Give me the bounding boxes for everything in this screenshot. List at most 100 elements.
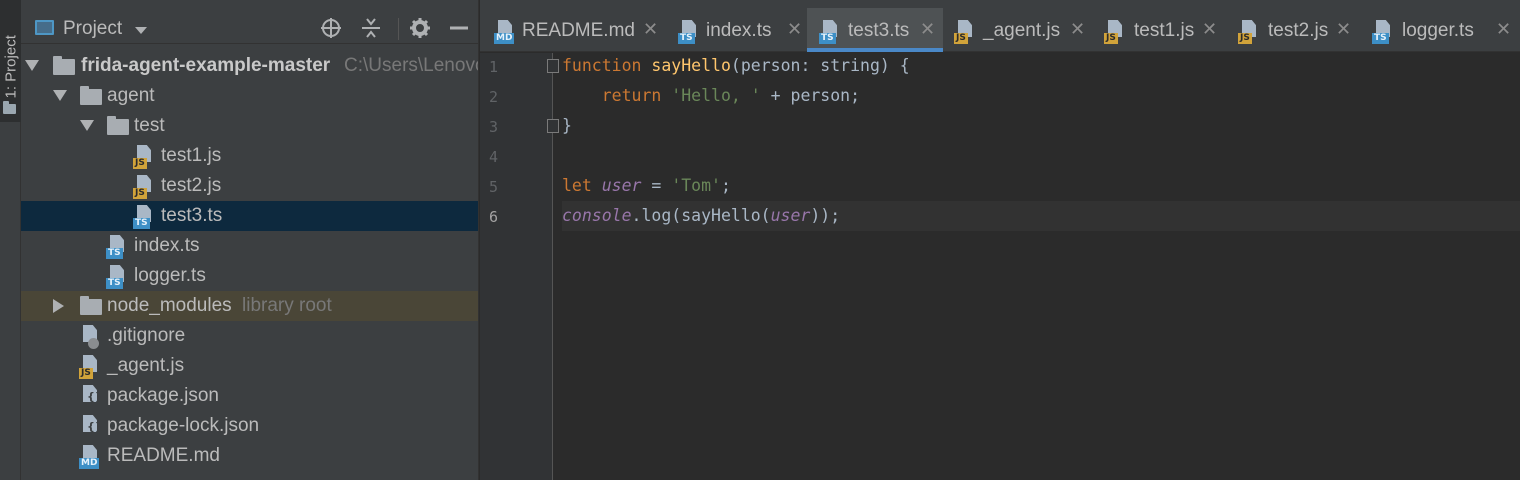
code-text: + person; [760,86,861,105]
tree-item-path-hint: C:\Users\Lenovo [344,55,479,76]
tool-window-strip: 1: Project [0,0,21,480]
hide-panel-icon[interactable] [447,16,471,40]
tree-item-agent-js[interactable]: JS _agent.js [21,351,478,381]
markdown-file-icon: MD [79,445,101,469]
ts-file-icon: TS [819,20,841,44]
close-icon[interactable]: ✕ [1202,19,1217,40]
code-editor[interactable]: 1 2 3 4 5 6 function sayHello(person: st… [480,53,1520,480]
keyword-token: function [562,56,642,75]
project-panel-header: Project [21,0,478,44]
tab-label: test2.js [1268,20,1329,41]
close-icon[interactable]: ✕ [643,19,658,40]
tree-item-test1-js[interactable]: JS test1.js [21,141,478,171]
header-divider [398,18,399,40]
ts-file-icon: TS [1372,20,1394,44]
tab-readme-md[interactable]: MD README.md ✕ [486,8,661,52]
tab-label: README.md [522,20,635,41]
collapse-all-icon[interactable] [359,16,383,40]
fold-marker-icon[interactable] [547,59,559,73]
close-icon[interactable]: ✕ [1336,19,1351,40]
js-file-icon: JS [954,20,976,44]
line-number: 4 [488,148,498,166]
code-line-3: } [562,111,1520,141]
tree-item-label: .gitignore [107,325,186,346]
global-token: console [562,206,632,225]
folder-icon [53,56,75,75]
fold-marker-icon[interactable] [547,119,559,133]
expand-arrow-icon[interactable] [53,299,64,313]
close-icon[interactable]: ✕ [920,19,935,40]
tree-item-package-lock-json[interactable]: {} package-lock.json [21,411,478,441]
code-line-1: function sayHello(person: string) { [562,51,1520,81]
close-icon[interactable]: ✕ [787,19,802,40]
js-file-icon: JS [133,145,155,169]
tree-item-node-modules[interactable]: node_modules library root [21,291,478,321]
json-file-icon: {} [79,385,103,409]
line-number: 3 [488,118,498,136]
tree-item-gitignore[interactable]: .gitignore [21,321,478,351]
library-root-hint: library root [242,295,332,316]
project-view-icon [35,20,54,35]
tab-logger-ts[interactable]: TS logger.ts ✕ [1370,8,1518,52]
project-tool-tab[interactable]: 1: Project [0,0,21,122]
tree-item-label: test1.js [161,145,222,166]
tree-item-agent[interactable]: agent [21,81,478,111]
tab-label: test3.ts [848,20,910,41]
tab-index-ts[interactable]: TS index.ts ✕ [670,8,805,52]
project-tool-tab-label: 1: Project [2,35,20,99]
tree-item-label: _agent.js [107,355,185,376]
code-text: (person: string) { [730,56,910,75]
ts-file-icon: TS [678,20,700,44]
code-text: .log(sayHello( [631,206,771,225]
ts-file-icon: TS [106,235,128,259]
expand-arrow-icon[interactable] [53,90,67,101]
tab-agent-js[interactable]: JS _agent.js ✕ [950,8,1090,52]
tree-item-label: test2.js [161,175,222,196]
close-icon[interactable]: ✕ [1070,19,1085,40]
tree-item-label: node_modules [107,295,232,316]
line-number: 1 [488,58,498,76]
tree-item-test[interactable]: test [21,111,478,141]
js-file-icon: JS [1238,20,1260,44]
line-number: 2 [488,88,498,106]
project-view-selector[interactable]: Project [63,18,122,40]
editor-tab-bar: MD README.md ✕ TS index.ts ✕ TS test3.ts… [480,0,1520,52]
close-icon[interactable]: ✕ [1496,19,1511,40]
locate-target-icon[interactable] [319,16,343,40]
tree-item-package-json[interactable]: {} package.json [21,381,478,411]
string-token: 'Tom' [671,176,721,195]
tree-item-test3-ts[interactable]: TS test3.ts [21,201,478,231]
tree-item-logger-ts[interactable]: TS logger.ts [21,261,478,291]
tree-item-label: README.md [107,445,220,466]
chevron-down-icon[interactable] [135,27,147,34]
code-line-6: console.log(sayHello(user)); [562,201,1520,231]
tree-item-index-ts[interactable]: TS index.ts [21,231,478,261]
tab-test3-ts[interactable]: TS test3.ts ✕ [807,8,943,52]
project-tree: frida-agent-example-master C:\Users\Leno… [21,51,479,471]
tab-label: logger.ts [1402,20,1474,41]
tab-label: test1.js [1134,20,1195,41]
tab-test2-js[interactable]: JS test2.js ✕ [1236,8,1356,52]
expand-arrow-icon[interactable] [80,120,94,131]
ts-file-icon: TS [133,205,155,229]
tree-item-label: package.json [107,385,219,406]
markdown-file-icon: MD [494,20,516,44]
code-line-5: let user = 'Tom'; [562,171,1520,201]
line-number: 5 [488,178,498,196]
expand-arrow-icon[interactable] [25,60,39,71]
tree-item-readme-md[interactable]: MD README.md [21,441,478,471]
folder-icon [107,116,129,135]
tree-item-test2-js[interactable]: JS test2.js [21,171,478,201]
gitignore-file-icon [79,325,101,349]
js-file-icon: JS [1104,20,1126,44]
folder-icon [3,101,16,114]
keyword-token: let [562,176,592,195]
folder-icon [80,296,102,315]
tree-item-root[interactable]: frida-agent-example-master C:\Users\Leno… [21,51,479,81]
variable-token: user [601,176,642,195]
line-number-gutter: 1 2 3 4 5 6 [480,53,559,480]
tab-test1-js[interactable]: JS test1.js ✕ [1102,8,1222,52]
gear-icon[interactable] [408,16,432,40]
tree-item-label: test [134,115,165,136]
